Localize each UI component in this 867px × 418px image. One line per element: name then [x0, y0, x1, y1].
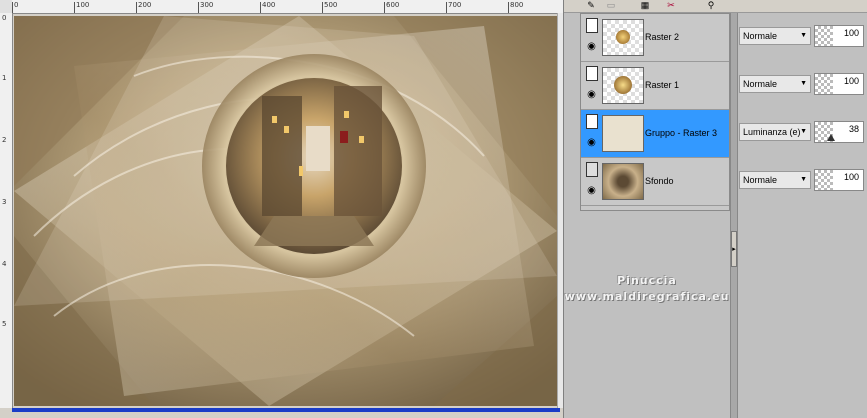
layer-type-icon	[586, 18, 598, 33]
opacity-field[interactable]: 100	[814, 169, 864, 191]
paint-icon[interactable]: ✎	[584, 0, 598, 10]
document-window: 0 100 200 300 400 500 600 700 800 0 1 2 …	[0, 0, 564, 418]
layer-visibility: ◉	[583, 160, 599, 202]
layer-row-sfondo[interactable]: ◉ Sfondo	[581, 158, 729, 206]
chevron-down-icon: ▼	[800, 32, 807, 39]
watermark-line-2: www.maldiregrafica.eu	[564, 290, 730, 303]
status-bar	[0, 408, 563, 418]
blend-mode-value: Luminanza (e)	[743, 127, 801, 137]
chart-icon[interactable]: ▦	[638, 0, 652, 10]
layer-type-icon	[586, 66, 598, 81]
image-canvas[interactable]	[14, 16, 557, 406]
ruler-tick-label: 2	[2, 136, 7, 144]
ruler-tick-label: 5	[2, 320, 7, 328]
chevron-down-icon: ▼	[800, 80, 807, 87]
status-indicator	[12, 408, 560, 412]
opacity-swatch	[815, 26, 833, 46]
layer-name: Gruppo - Raster 3	[645, 128, 718, 138]
ruler-tick-label: 4	[2, 260, 7, 268]
watermark-line-1: Pinuccia	[617, 274, 677, 287]
ruler-ticks	[12, 2, 509, 13]
ruler-tick-label: 0	[2, 14, 7, 22]
ruler-tick-label: 1	[2, 74, 7, 82]
layer-thumbnail	[602, 67, 644, 104]
watermark: Pinuccia www.maldiregrafica.eu	[552, 274, 742, 303]
link-icon[interactable]: ⚲	[704, 0, 718, 10]
layer-visibility: ◉	[583, 16, 599, 58]
blend-mode-select[interactable]: Normale ▼	[739, 75, 811, 93]
layer-list: ◉ Raster 2 ◉ Raster 1 ◉ Gruppo - Raster …	[580, 13, 730, 211]
blend-mode-select[interactable]: Luminanza (e) ▼	[739, 123, 811, 141]
layer-props-gruppo-raster-3: Luminanza (e) ▼ 38	[737, 109, 867, 156]
eye-icon[interactable]: ◉	[585, 186, 598, 196]
opacity-value: 100	[843, 172, 859, 182]
vertical-ruler: 0 1 2 3 4 5	[0, 13, 13, 408]
opacity-value: 100	[843, 76, 859, 86]
layers-palette: ✎ ▭ ▦ ✂ ⚲ ◉ Raster 2 ◉ Raster 1 ◉ Gruppo…	[563, 0, 867, 418]
blend-mode-select[interactable]: Normale ▼	[739, 27, 811, 45]
layer-name: Sfondo	[645, 176, 674, 186]
layer-thumbnail	[602, 163, 644, 200]
eye-icon[interactable]: ◉	[585, 90, 598, 100]
layer-type-icon	[586, 162, 598, 177]
layer-props-raster-1: Normale ▼ 100	[737, 61, 867, 108]
opacity-field[interactable]: 100	[814, 73, 864, 95]
layer-row-raster-2[interactable]: ◉ Raster 2	[581, 14, 729, 62]
opacity-field[interactable]: 100	[814, 25, 864, 47]
blend-mode-value: Normale	[743, 31, 778, 41]
layer-visibility: ◉	[583, 64, 599, 106]
layer-props-sfondo: Normale ▼ 100	[737, 157, 867, 204]
opacity-swatch	[815, 170, 833, 190]
chevron-down-icon: ▼	[800, 176, 807, 183]
blend-mode-select[interactable]: Normale ▼	[739, 171, 811, 189]
layer-name: Raster 2	[645, 32, 680, 42]
layer-properties: Normale ▼ 100 Normale ▼ 100 Luminanza (e) ▼…	[737, 13, 867, 209]
layer-thumbnail	[602, 115, 644, 152]
opacity-swatch	[815, 74, 833, 94]
new-layer-icon[interactable]: ▭	[604, 0, 618, 10]
blend-mode-value: Normale	[743, 175, 778, 185]
eye-icon[interactable]: ◉	[585, 42, 598, 52]
eye-icon[interactable]: ◉	[585, 138, 598, 148]
layer-type-icon	[586, 114, 598, 129]
thumbnail-image	[616, 30, 630, 44]
expand-arrow-icon[interactable]: ▸	[731, 231, 737, 267]
opacity-value: 100	[843, 28, 859, 38]
horizontal-ruler: 0 100 200 300 400 500 600 700 800	[12, 0, 563, 14]
layer-row-raster-1[interactable]: ◉ Raster 1	[581, 62, 729, 110]
chevron-down-icon: ▼	[800, 128, 807, 135]
opacity-value: 38	[848, 124, 859, 134]
layers-toolbar: ✎ ▭ ▦ ✂ ⚲	[564, 0, 867, 13]
ruler-tick-label: 3	[2, 198, 7, 206]
delete-icon[interactable]: ✂	[664, 0, 678, 10]
layer-name: Raster 1	[645, 80, 680, 90]
blend-mode-value: Normale	[743, 79, 778, 89]
canvas-artwork	[14, 16, 557, 406]
opacity-field[interactable]: 38	[814, 121, 864, 143]
layer-thumbnail	[602, 19, 644, 56]
layer-props-raster-2: Normale ▼ 100	[737, 13, 867, 60]
layer-row-gruppo-raster-3[interactable]: ◉ Gruppo - Raster 3	[581, 110, 729, 158]
thumbnail-image	[614, 76, 632, 94]
layer-visibility: ◉	[583, 112, 599, 154]
opacity-slider-handle[interactable]	[827, 134, 835, 141]
